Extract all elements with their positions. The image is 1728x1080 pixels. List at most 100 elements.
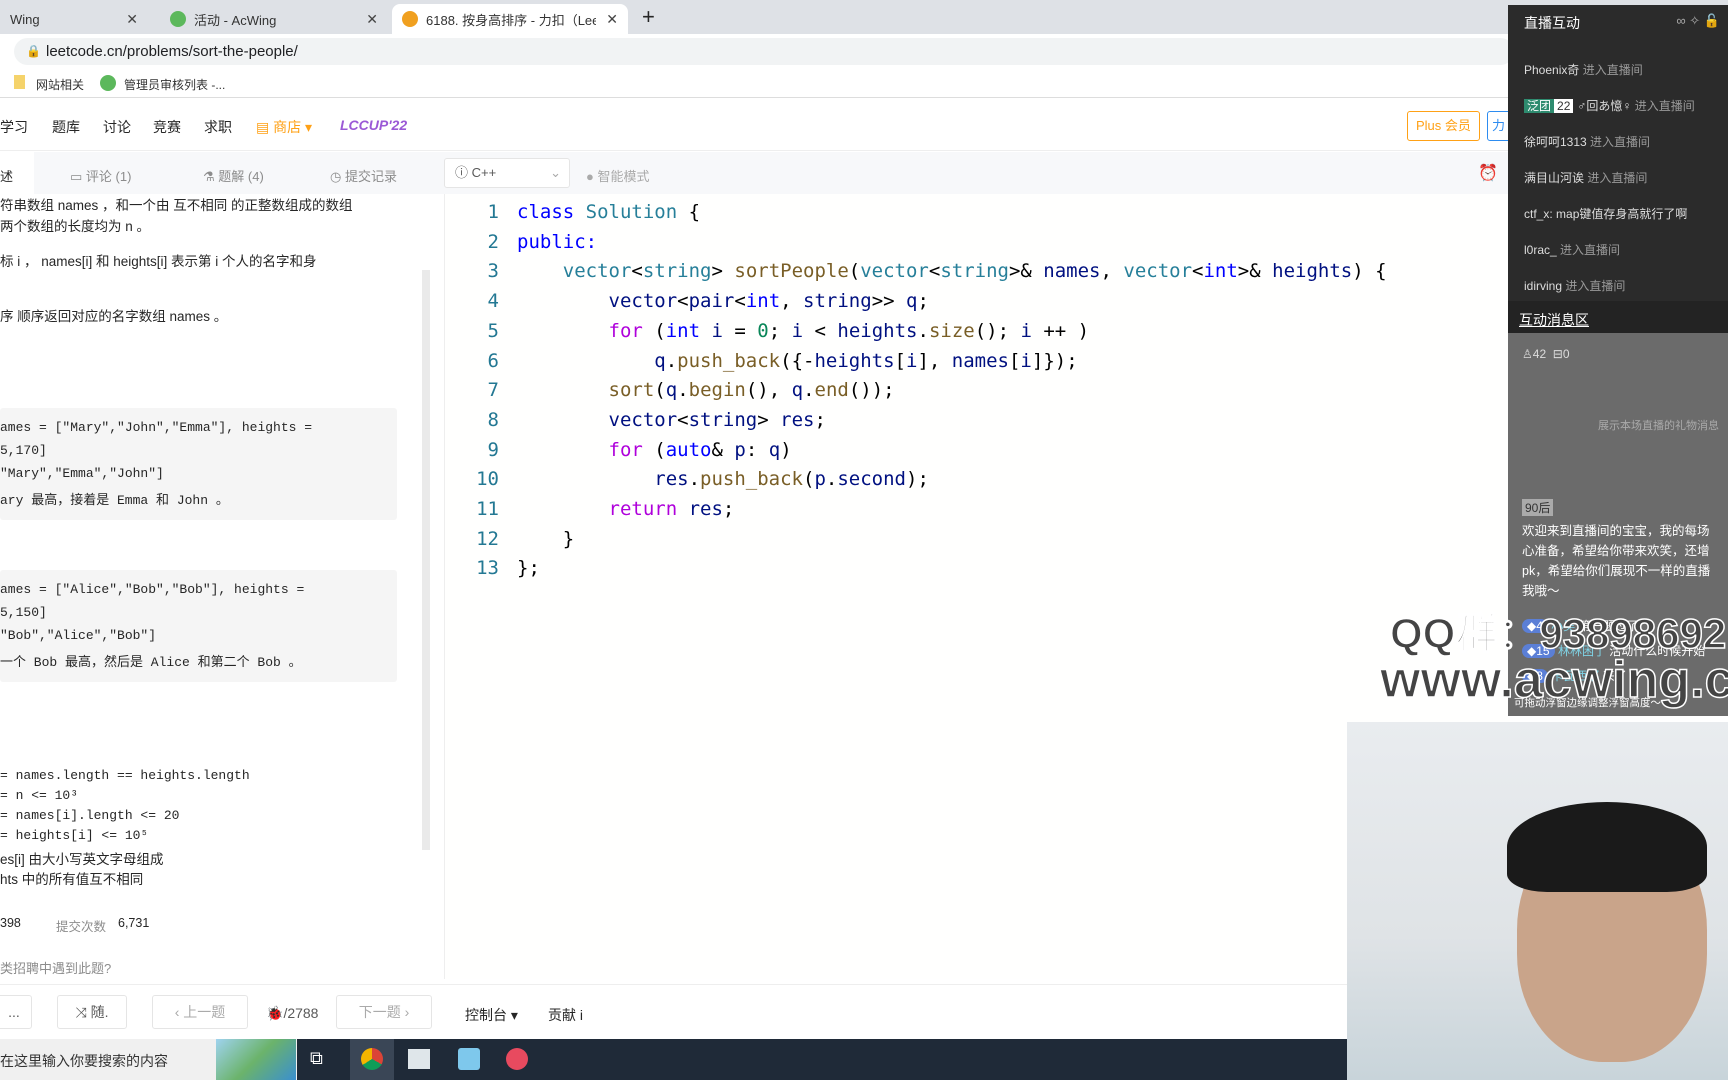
code-token: class [517,201,586,223]
console-toggle[interactable]: 控制台 ▾ [465,1005,518,1025]
tab-submissions[interactable]: ◷ 提交记录 [330,166,397,185]
address-bar-row: 🔒 leetcode.cn/problems/sort-the-people/ [0,34,1728,68]
code-token: vector [860,260,929,283]
nav-store[interactable]: ▤ 商店 ▾ [256,117,312,137]
code-token: q [791,379,804,402]
lock-icon[interactable]: 🔓 [1704,13,1720,28]
code-line[interactable]: 13}; [445,553,540,583]
url-input[interactable]: 🔒 leetcode.cn/problems/sort-the-people/ [14,38,1514,65]
line-number: 4 [487,290,499,313]
bookmark-folder[interactable]: 网站相关 [36,76,84,93]
link-icon[interactable]: ∞ [1676,13,1685,28]
code-token: end [814,379,849,402]
random-button[interactable]: ⤨ 随. [57,995,127,1029]
line-number: 6 [487,349,499,372]
line-number: 11 [476,498,499,520]
chrome-icon [361,1048,383,1070]
next-problem-button[interactable]: 下一题 › [336,995,432,1029]
code-line[interactable]: 2 public: [445,227,598,257]
code-line[interactable]: 10 res.push_back(p.second); [445,464,929,494]
task-view-icon[interactable]: ⧉ [310,1048,323,1069]
tab-comments[interactable]: ▭ 评论 (1) [70,166,131,185]
lccup-logo[interactable]: LCCUP'22 [340,117,407,133]
code-line[interactable]: 8 vector<string> res; [445,405,826,435]
description-scrollbar[interactable] [422,270,430,850]
new-tab-button[interactable]: + [642,4,655,30]
code-token: [ [1008,349,1021,372]
language-select[interactable]: ⓘ C++ ⌄ [444,158,570,188]
code-token: ; [722,498,735,520]
nav-jobs[interactable]: 求职 [204,117,232,137]
code-token: 0 [757,319,769,342]
contribute-button[interactable]: 贡献 i [548,1005,583,1025]
browser-tab[interactable]: Wing ✕ [0,4,148,34]
code-token: , [1100,260,1124,283]
code-line[interactable]: 12 } [445,524,574,554]
browser-tab-active[interactable]: 6188. 按身高排序 - 力扣（LeetC ✕ [392,4,628,34]
code-token: [ [894,349,906,372]
username: 满目山河诶 [1524,171,1585,185]
bookmark-link[interactable]: 管理员审核列表 -... [124,76,225,93]
code-token: i [905,349,918,372]
code-token: push_back [677,349,781,372]
problem-list-button[interactable]: ... [0,995,32,1029]
nav-problems[interactable]: 题库 [52,117,80,137]
alarm-clock-icon[interactable]: ⏰ [1478,163,1498,183]
tab-solutions[interactable]: ⚗ 题解 (4) [203,166,264,185]
line-number: 13 [476,557,499,580]
code-line[interactable]: 11 return res; [445,494,734,524]
code-token: >> [871,290,907,313]
code-line[interactable]: 4 vector<pair<int, string>> q; [445,286,929,316]
message-text: 进入直播间 [1582,63,1643,77]
code-token: second [837,468,906,491]
code-token: : [745,438,769,461]
code-token: vector [517,290,678,313]
code-token: . [803,379,815,402]
tab-description[interactable]: 述 [0,166,13,185]
interview-question-link[interactable]: 类招聘中遇到此题? [0,958,111,977]
chrome-taskbar-button[interactable] [350,1039,394,1080]
code-token: vector [517,260,632,283]
live-panel-title: 直播互动 [1524,15,1580,31]
plus-member-button[interactable]: Plus 会员 [1407,111,1480,141]
code-token: . [677,379,689,402]
code-line[interactable]: 9 for (auto& p: q) [445,435,792,465]
webcam-overlay [1347,722,1728,1080]
code-token: ( [654,438,666,461]
recorder-icon[interactable] [506,1048,528,1070]
code-token: < [734,290,746,313]
nav-learn[interactable]: 学习 [0,117,28,137]
code-line[interactable]: 7 sort(q.begin(), q.end()); [445,375,895,405]
constraint: = heights[i] <= 10⁵ [0,828,149,843]
code-token: ]}); [1031,349,1078,372]
code-token: return [517,498,689,520]
code-line[interactable]: 6 q.push_back({-heights[i], names[i]}); [445,346,1078,376]
settings-icon[interactable]: ✧ [1689,13,1700,28]
code-line[interactable]: 1 class Solution { [445,197,701,227]
close-tab-icon[interactable]: ✕ [366,11,378,28]
prev-problem-button[interactable]: ‹ 上一题 [152,995,248,1029]
code-line[interactable]: 3 vector<string> sortPeople(vector<strin… [445,256,1387,286]
username: ctf_x: [1524,207,1553,221]
viewer-count: ♙42 ⊟0 [1522,347,1570,361]
code-line[interactable]: 5 for (int i = 0; i < heights.size(); i … [445,316,1090,346]
close-tab-icon[interactable]: ✕ [126,11,138,28]
line-number: 1 [487,201,499,223]
code-token: }; [517,557,540,580]
store-icon: ▤ [256,119,270,135]
line-number: 2 [487,230,499,253]
code-token: begin [688,379,746,402]
smart-mode-toggle[interactable]: ● 智能模式 [586,166,649,185]
nav-contest[interactable]: 竞赛 [153,117,181,137]
close-tab-icon[interactable]: ✕ [606,11,618,28]
code-token: string [803,290,872,313]
age-badge: 90后 [1522,499,1554,516]
browser-tab[interactable]: 活动 - AcWing ✕ [160,4,388,34]
app-window-icon[interactable] [408,1049,430,1069]
welcome-message: 欢迎来到直播间的宝宝，我的每场 心准备，希望给你带来欢笑，还增 pk，希望给你们展现… [1522,524,1711,598]
nav-discuss[interactable]: 讨论 [103,117,131,137]
code-token: ], [917,349,952,372]
problem-tabs: 述 ▭ 评论 (1) ⚗ 题解 (4) ◷ 提交记录 ⓘ C++ ⌄ ● 智能模式… [0,152,1728,194]
search-illustration [216,1039,296,1080]
app-icon[interactable] [458,1048,480,1070]
